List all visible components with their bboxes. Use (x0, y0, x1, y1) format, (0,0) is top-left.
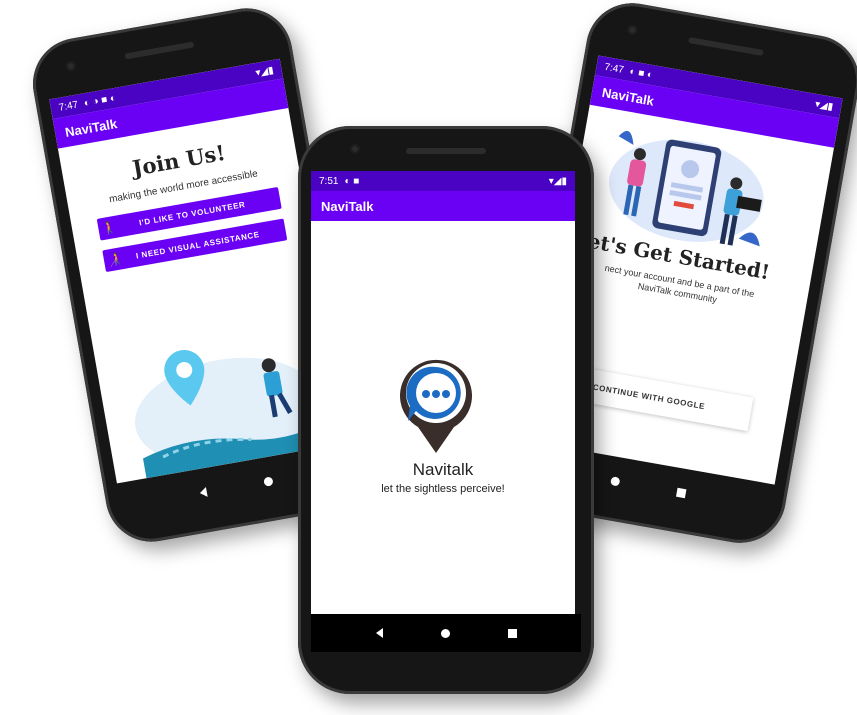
app-title: NaviTalk (600, 84, 656, 109)
splash-title: Navitalk (412, 460, 474, 479)
person-hiking-icon: 🚶 (100, 219, 119, 237)
recents-icon[interactable] (507, 628, 517, 638)
signal-battery-icons: ▾◢▮ (814, 98, 835, 113)
splash-tagline: let the sightless perceive! (381, 483, 505, 495)
app-bar: NaviTalk (311, 191, 575, 221)
app-title: NaviTalk (63, 115, 119, 140)
notification-icons: ◐ ■ ◐ (628, 65, 654, 81)
status-bar: 7:51 ◐ ■ ▾◢▮ (311, 171, 575, 191)
google-button-label: CONTINUE WITH GOOGLE (592, 382, 706, 411)
recents-icon[interactable] (676, 487, 687, 498)
home-icon[interactable] (610, 475, 621, 487)
front-camera (626, 24, 639, 36)
front-camera (350, 144, 360, 154)
signal-battery-icons: ▾◢▮ (548, 175, 567, 187)
home-icon[interactable] (263, 475, 274, 487)
notification-icons: ◐ ◑ ■ ◐ (82, 92, 117, 109)
blind-person-icon: 🧑‍🦯 (106, 251, 124, 268)
home-icon[interactable] (440, 628, 450, 638)
location-chat-bubble-icon (400, 359, 472, 453)
back-icon[interactable] (375, 628, 383, 638)
status-time: 7:47 (57, 99, 79, 114)
speaker-grille (124, 41, 195, 60)
back-icon[interactable] (199, 487, 208, 499)
speaker-grille (687, 36, 764, 57)
front-camera (64, 60, 77, 72)
phone-center: 7:51 ◐ ■ ▾◢▮ NaviTalk Navitalk let the s… (298, 126, 594, 694)
status-time: 7:47 (603, 61, 625, 76)
status-time: 7:51 (319, 175, 339, 187)
splash-screen: 7:51 ◐ ■ ▾◢▮ NaviTalk Navitalk let the s… (311, 171, 575, 620)
notification-icons: ◐ ■ (344, 175, 360, 187)
app-title: NaviTalk (321, 198, 374, 214)
signal-battery-icons: ▾◢▮ (254, 64, 275, 79)
nav-bar (311, 614, 581, 652)
speaker-grille (406, 148, 486, 154)
